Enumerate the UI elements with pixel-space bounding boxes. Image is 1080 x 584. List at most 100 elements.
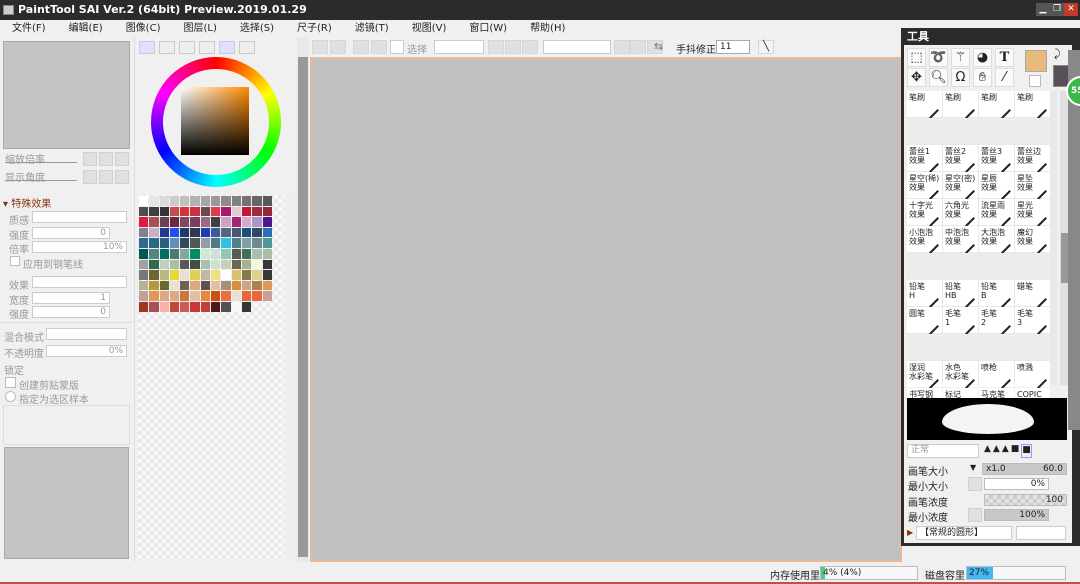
color-swatch[interactable] (159, 217, 169, 227)
menu-ruler[interactable]: 尺子(R) (285, 20, 343, 37)
color-swatch[interactable] (149, 301, 159, 312)
clipping-checkbox[interactable] (5, 377, 16, 388)
color-swatch[interactable] (211, 196, 221, 206)
color-swatch[interactable] (169, 270, 180, 280)
color-swatch[interactable] (180, 217, 190, 227)
color-swatch[interactable] (169, 259, 180, 270)
color-swatch[interactable] (200, 270, 211, 280)
color-swatch[interactable] (149, 196, 159, 206)
angle-slider[interactable] (5, 180, 77, 181)
color-swatch[interactable] (211, 259, 221, 270)
color-swatch[interactable] (149, 217, 159, 227)
brush-slot[interactable]: 星空(密) 效果 (943, 172, 978, 200)
menu-layer[interactable]: 图层(L) (171, 20, 227, 37)
color-swatch[interactable] (231, 259, 241, 270)
color-swatch[interactable] (200, 206, 211, 217)
color-swatch[interactable] (159, 227, 169, 238)
brush-slot[interactable]: 铅笔 B (979, 280, 1014, 308)
pressure-size-icon[interactable] (968, 477, 982, 491)
color-swatch[interactable] (231, 227, 241, 238)
color-swatch[interactable] (139, 206, 149, 217)
brush-slot[interactable]: 星辰 效果 (979, 172, 1014, 200)
color-swatch[interactable] (231, 217, 241, 227)
color-swatch[interactable] (159, 238, 169, 248)
brush-slot[interactable]: 六角光 效果 (943, 199, 978, 227)
brush-slot[interactable]: 蕾丝2 效果 (943, 145, 978, 173)
text-tool-icon[interactable]: T (995, 48, 1014, 67)
edge-full-icon[interactable]: ■ (1021, 444, 1032, 458)
color-swatch[interactable] (139, 196, 149, 206)
color-swatch[interactable] (159, 280, 169, 291)
color-swatch[interactable] (190, 301, 200, 312)
size-dropdown-icon[interactable]: ▼ (970, 463, 976, 472)
strength2-field[interactable]: 0 (32, 306, 110, 318)
zoom-reset-button[interactable] (115, 152, 129, 166)
tools-scrollbar[interactable] (1068, 50, 1080, 430)
color-swatch[interactable] (200, 227, 211, 238)
color-swatch[interactable] (262, 291, 272, 301)
color-swatch[interactable] (231, 301, 241, 312)
color-swatch[interactable] (221, 227, 231, 238)
apply-line-checkbox[interactable] (10, 256, 20, 266)
color-swatch[interactable] (221, 248, 231, 259)
brush-slot[interactable]: 毛笔 2 (979, 307, 1014, 335)
brush-slot[interactable]: 蕾丝1 效果 (907, 145, 942, 173)
brush-slot-empty[interactable] (907, 334, 942, 360)
color-swatch[interactable] (211, 238, 221, 248)
brush-slot-empty[interactable] (1015, 118, 1050, 144)
color-swatch[interactable] (139, 217, 149, 227)
swap-colors-icon[interactable]: ⤸ (1054, 47, 1061, 61)
menu-filter[interactable]: 滤镜(T) (343, 20, 400, 37)
width-field[interactable]: 1 (32, 292, 110, 304)
color-swatch[interactable] (211, 248, 221, 259)
color-swatch[interactable] (241, 248, 252, 259)
color-swatch[interactable] (190, 196, 200, 206)
color-swatch[interactable] (190, 259, 200, 270)
color-swatch[interactable] (211, 206, 221, 217)
color-swatch[interactable] (221, 217, 231, 227)
brush-slot[interactable]: 水色 水彩笔 (943, 361, 978, 389)
color-swatch[interactable] (211, 291, 221, 301)
move-icon[interactable]: ✥ (907, 68, 926, 87)
zoom-out-button[interactable] (83, 152, 97, 166)
brush-slot[interactable]: 星光 效果 (1015, 199, 1050, 227)
color-swatch[interactable] (180, 206, 190, 217)
close-button[interactable]: ✕ (1064, 3, 1078, 16)
brush-slot[interactable]: 星空(稀) 效果 (907, 172, 942, 200)
color-swatch[interactable] (139, 238, 149, 248)
color-swatch[interactable] (262, 196, 272, 206)
color-swatch[interactable] (211, 217, 221, 227)
color-swatch[interactable] (252, 280, 262, 291)
color-swatch[interactable] (200, 280, 211, 291)
fill-shape-icon[interactable]: ◕ (973, 48, 992, 67)
brush-size-slider[interactable]: x1.0 60.0 (982, 463, 1067, 475)
brush-texture-select[interactable] (1016, 526, 1066, 540)
zoom-dropdown[interactable] (543, 40, 611, 54)
brush-slot[interactable]: 蕾丝边 效果 (1015, 145, 1050, 173)
palette-scrollbar[interactable] (285, 195, 295, 560)
color-swatch[interactable] (221, 280, 231, 291)
color-swatch[interactable] (252, 259, 262, 270)
rotate-reset-button[interactable] (115, 170, 129, 184)
color-swatch[interactable] (190, 238, 200, 248)
color-swatch[interactable] (231, 196, 241, 206)
brush-slot[interactable]: 圆笔 (907, 307, 942, 335)
color-swatch[interactable] (149, 238, 159, 248)
color-swatch[interactable] (231, 238, 241, 248)
color-swatch[interactable] (190, 217, 200, 227)
color-swatch[interactable] (159, 248, 169, 259)
color-swatch[interactable] (190, 248, 200, 259)
color-swatch[interactable] (169, 206, 180, 217)
color-swatch[interactable] (159, 270, 169, 280)
color-swatch[interactable] (180, 291, 190, 301)
color-swatch[interactable] (221, 238, 231, 248)
rate-field[interactable]: 10% (32, 241, 127, 253)
color-swatch[interactable] (139, 291, 149, 301)
color-swatch[interactable] (149, 248, 159, 259)
color-swatch[interactable] (159, 301, 169, 312)
color-swatch[interactable] (200, 238, 211, 248)
color-swatch[interactable] (139, 270, 149, 280)
color-swatch[interactable] (252, 238, 262, 248)
main-color-swatch[interactable] (1025, 50, 1047, 72)
color-swatch[interactable] (252, 227, 262, 238)
